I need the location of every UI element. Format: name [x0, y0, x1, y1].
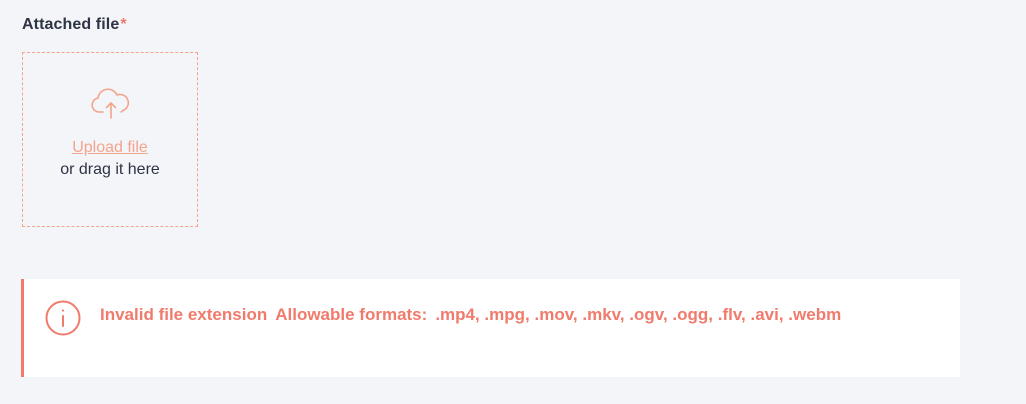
error-alert: Invalid file extension Allowable formats:… — [21, 279, 960, 377]
required-mark: * — [120, 16, 127, 33]
error-title: Invalid file extension — [100, 305, 268, 324]
field-label: Attached file* — [22, 16, 127, 34]
info-icon — [45, 300, 81, 336]
field-label-text: Attached file — [22, 16, 120, 33]
upload-file-link[interactable]: Upload file — [23, 139, 197, 157]
formats-list: .mp4, .mpg, .mov, .mkv, .ogv, .ogg, .flv… — [435, 305, 842, 324]
file-dropzone[interactable]: Upload file or drag it here — [22, 52, 198, 227]
cloud-upload-icon — [91, 88, 130, 119]
formats-label: Allowable formats: — [275, 305, 428, 324]
error-message: Invalid file extension Allowable formats:… — [100, 301, 940, 329]
drag-hint-text: or drag it here — [60, 161, 160, 178]
